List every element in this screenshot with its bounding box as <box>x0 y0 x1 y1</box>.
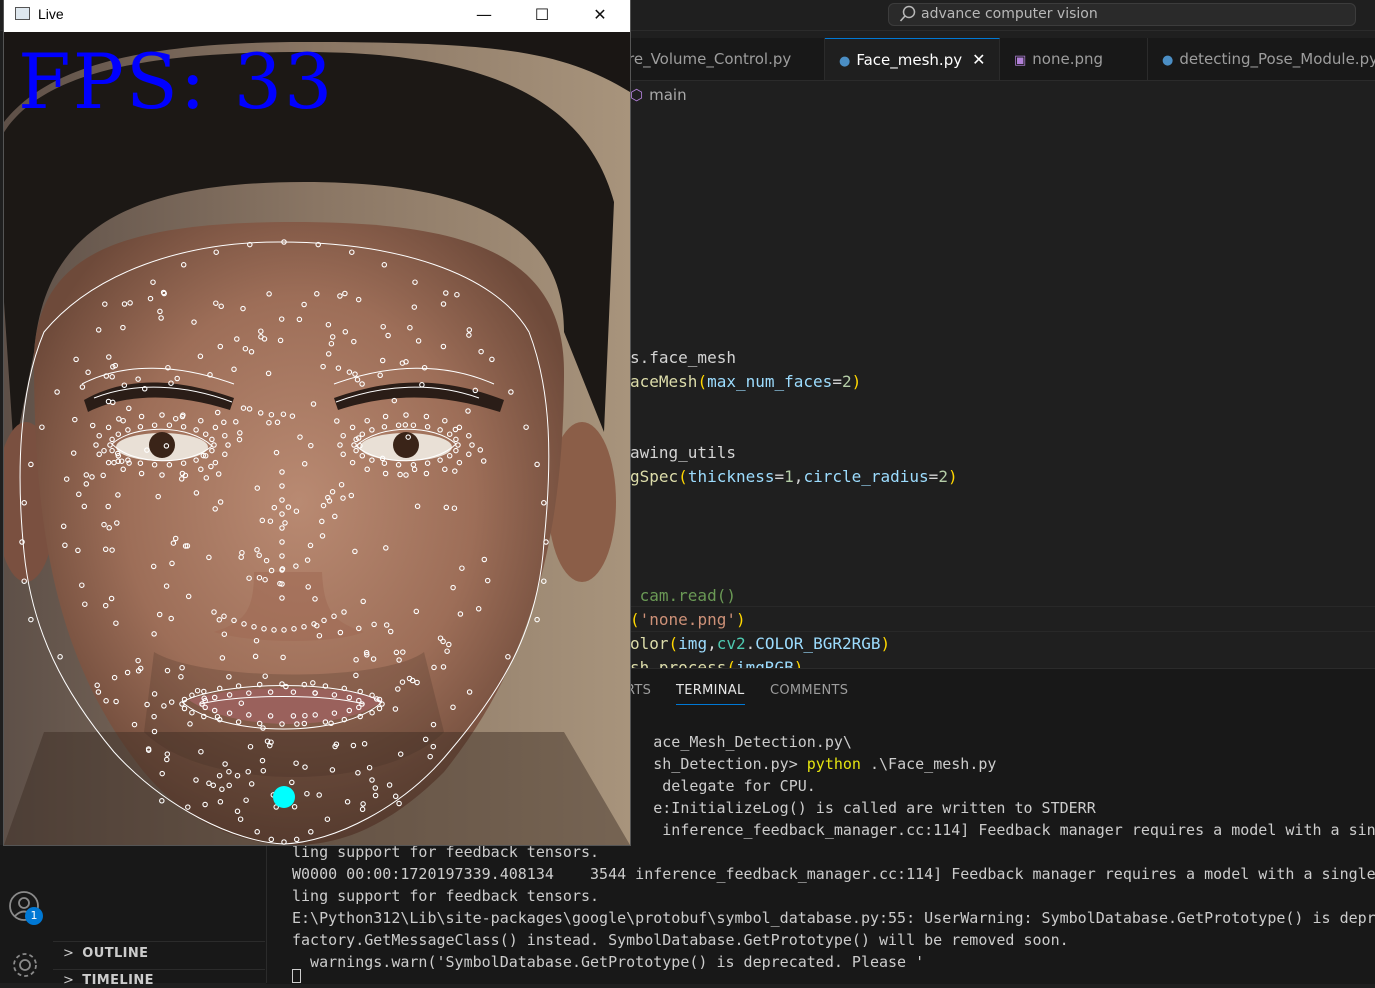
face-image <box>4 32 630 845</box>
tab-face-mesh[interactable]: ● Face_mesh.py ✕ <box>825 38 1000 80</box>
symbol-method-icon: ⬡ <box>630 86 644 104</box>
terminal-line: warnings.warn('SymbolDatabase.GetPrototy… <box>292 953 925 971</box>
code-line: cam.read() <box>630 586 736 605</box>
code-line: awing_utils <box>630 443 736 462</box>
minimize-button[interactable]: — <box>455 0 513 32</box>
close-icon[interactable]: ✕ <box>972 50 985 69</box>
python-file-icon: ● <box>1162 53 1174 68</box>
command-center-search[interactable]: advance computer vision <box>888 3 1356 26</box>
accounts-badge: 1 <box>25 907 43 925</box>
code-line: gSpec(thickness=1,circle_radius=2) <box>630 467 958 486</box>
python-file-icon: ● <box>839 54 851 69</box>
code-editor[interactable]: s.face_mesh aceMesh(max_num_faces=2)awing… <box>630 106 1375 677</box>
tab-none-png[interactable]: ▣ none.png <box>1000 38 1148 80</box>
chevron-right-icon: > <box>63 973 75 988</box>
live-window-titlebar[interactable]: Live — ☐ ✕ <box>4 0 630 32</box>
tab-label: detecting_Pose_Module.py <box>1179 50 1375 68</box>
tab-volume-control[interactable]: re_Volume_Control.py <box>630 38 825 80</box>
outline-section[interactable]: > OUTLINE <box>63 946 148 961</box>
app-icon <box>15 7 30 20</box>
tab-label: none.png <box>1032 50 1104 68</box>
chevron-right-icon: > <box>63 946 75 961</box>
tab-label: Face_mesh.py <box>856 51 963 69</box>
tab-detecting-pose-module[interactable]: ● detecting_Pose_Module.py <box>1148 38 1375 80</box>
terminal-line: W0000 00:00:1720197339.408134 3544 infer… <box>292 865 1375 883</box>
code-line: olor(img,cv2.COLOR_BGR2RGB) <box>630 634 891 653</box>
command-center-label: advance computer vision <box>921 6 1098 22</box>
code-line: s.face_mesh <box>630 348 736 367</box>
sidebar: > OUTLINE > TIMELINE <box>53 845 267 988</box>
fps-counter: FPS: 33 <box>18 37 335 126</box>
breadcrumb[interactable]: ⬡ main <box>630 84 687 106</box>
terminal-line: factory.GetMessageClass() instead. Symbo… <box>292 931 1069 949</box>
breadcrumb-item: main <box>649 86 687 104</box>
terminal-line: ling support for feedback tensors. <box>292 887 600 905</box>
image-file-icon: ▣ <box>1014 53 1027 68</box>
tracked-landmark-point <box>273 786 295 808</box>
tab-label: re_Volume_Control.py <box>630 50 792 68</box>
current-line-highlight <box>630 606 1375 632</box>
search-icon <box>899 4 917 31</box>
live-window[interactable]: Live — ☐ ✕ FPS: 33 <box>4 0 630 845</box>
tab-comments[interactable]: COMMENTS <box>770 683 848 698</box>
code-line: aceMesh(max_num_faces=2) <box>630 372 862 391</box>
camera-view: FPS: 33 <box>4 32 630 845</box>
close-button[interactable]: ✕ <box>571 0 629 32</box>
maximize-button[interactable]: ☐ <box>513 0 571 32</box>
terminal-line: E:\Python312\Lib\site-packages\google\pr… <box>292 909 1375 927</box>
terminal-cursor <box>292 969 301 983</box>
live-window-title: Live <box>38 6 64 22</box>
tab-terminal[interactable]: TERMINAL <box>676 683 745 705</box>
editor-tab-bar: re_Volume_Control.py ● Face_mesh.py ✕ ▣ non… <box>630 38 1375 81</box>
gear-icon[interactable] <box>9 949 41 985</box>
timeline-section[interactable]: > TIMELINE <box>63 973 154 988</box>
